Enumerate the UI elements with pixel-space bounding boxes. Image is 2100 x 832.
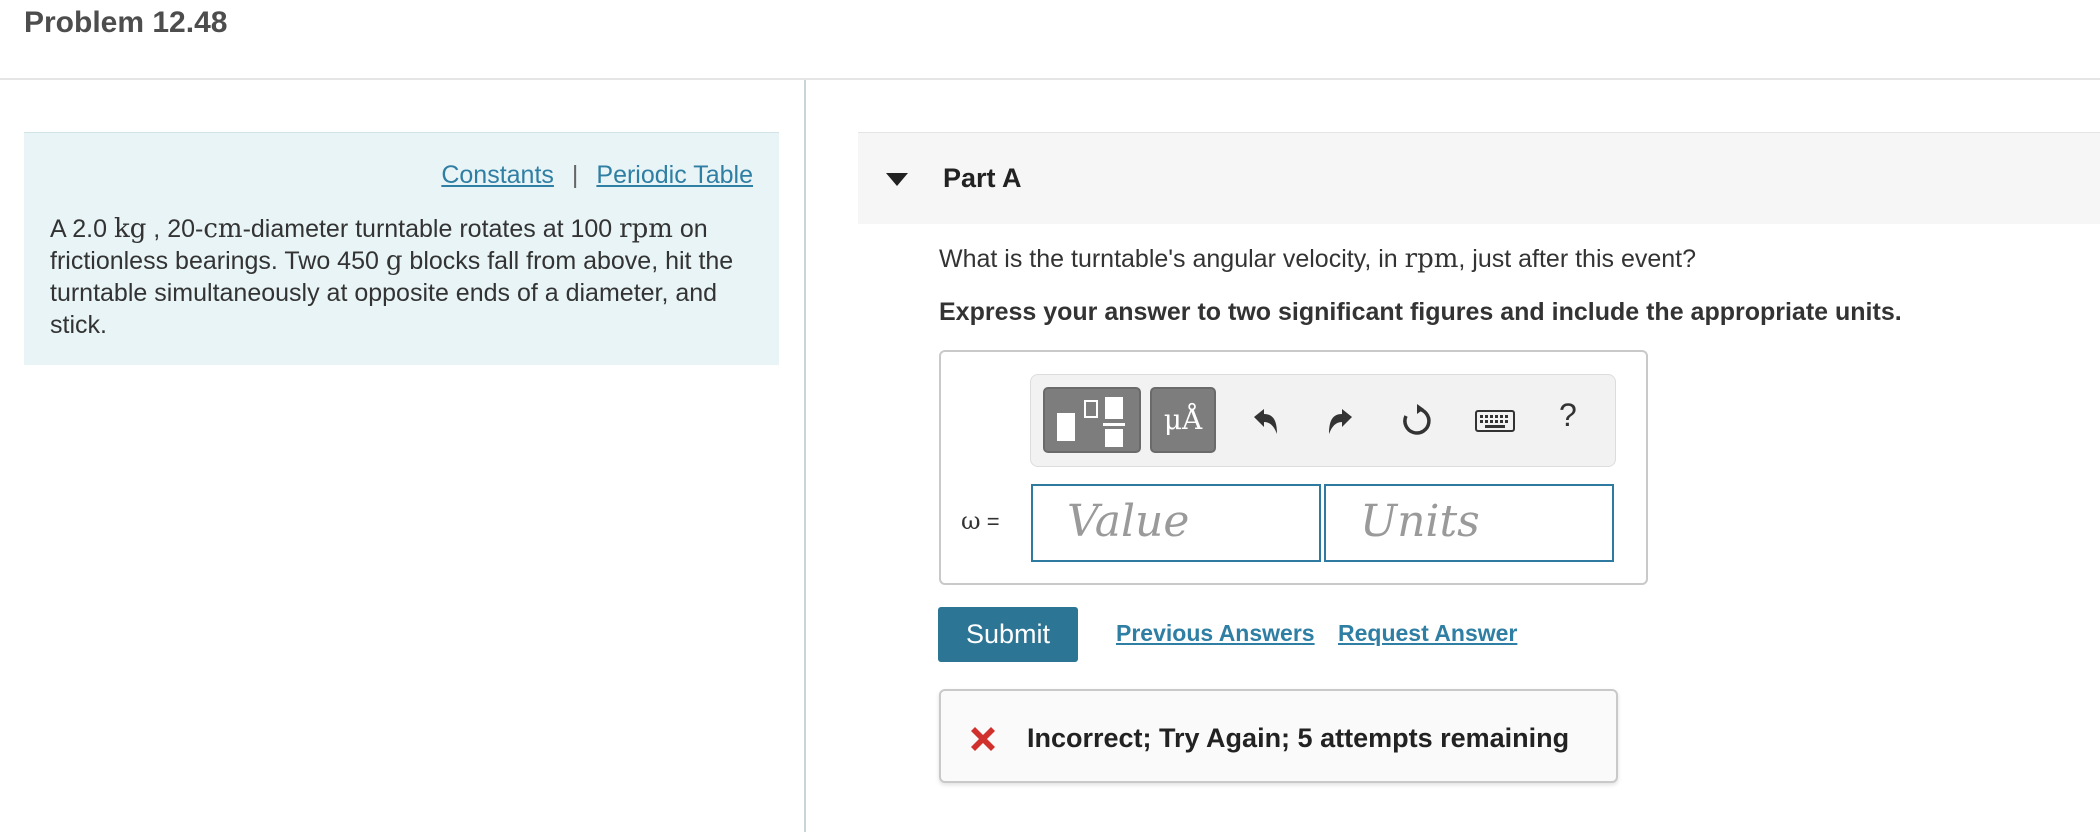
problem-text-segment: , 20- xyxy=(146,215,204,243)
unit-cm: cm xyxy=(203,214,243,244)
variable-symbol: ω xyxy=(961,507,981,535)
unit-rpm: rpm xyxy=(619,214,673,244)
previous-answers-link[interactable]: Previous Answers xyxy=(1116,620,1315,647)
reference-links: Constants | Periodic Table xyxy=(441,161,753,190)
value-field[interactable] xyxy=(1031,484,1321,562)
units-input[interactable] xyxy=(1360,496,1612,547)
feedback-message: Incorrect; Try Again; 5 attempts remaini… xyxy=(1027,723,1570,753)
part-title: Part A xyxy=(943,163,1022,193)
units-button-label: μÅ xyxy=(1163,403,1203,436)
constants-link[interactable]: Constants xyxy=(441,161,554,190)
unit-g: g xyxy=(385,246,403,276)
question-segment: , just after this event? xyxy=(1458,245,1697,273)
feedback-box: Incorrect; Try Again; 5 attempts remaini… xyxy=(939,689,1618,783)
problem-text-segment: -diameter turntable rotates at 100 xyxy=(242,215,620,243)
page-header: Problem 12.48 xyxy=(0,0,2100,80)
redo-icon[interactable] xyxy=(1321,401,1361,441)
submit-button[interactable]: Submit xyxy=(938,607,1078,662)
problem-text-segment: A 2.0 xyxy=(50,215,114,243)
value-input[interactable] xyxy=(1067,496,1319,547)
templates-icon xyxy=(1057,397,1125,447)
units-field[interactable] xyxy=(1324,484,1614,562)
reset-icon[interactable] xyxy=(1397,401,1437,441)
unit-kg: kg xyxy=(113,214,147,244)
units-button[interactable]: μÅ xyxy=(1150,387,1216,453)
answer-box: μÅ ? ω = Value Units xyxy=(939,350,1648,585)
collapse-caret-icon[interactable] xyxy=(886,173,908,186)
link-separator: | xyxy=(571,161,579,189)
templates-button[interactable] xyxy=(1043,387,1141,453)
question-segment: What is the turntable's angular velocity… xyxy=(939,245,1405,273)
column-divider xyxy=(804,80,806,832)
help-button[interactable]: ? xyxy=(1559,397,1577,434)
undo-icon[interactable] xyxy=(1245,401,1285,441)
incorrect-x-icon xyxy=(971,727,995,751)
question-text: What is the turntable's angular velocity… xyxy=(939,244,1696,274)
keyboard-icon[interactable] xyxy=(1473,401,1517,441)
equals-sign: = xyxy=(980,509,1000,534)
page-title: Problem 12.48 xyxy=(24,6,228,39)
periodic-table-link[interactable]: Periodic Table xyxy=(596,161,753,190)
problem-info-panel: Constants | Periodic Table A 2.0 kg , 20… xyxy=(24,132,779,365)
problem-statement: A 2.0 kg , 20-cm-diameter turntable rota… xyxy=(50,213,750,341)
answer-instructions: Express your answer to two significant f… xyxy=(939,298,1902,326)
omega-label: ω = xyxy=(961,507,1000,535)
part-a-header[interactable]: Part A xyxy=(858,132,2100,224)
math-toolbar: μÅ ? xyxy=(1030,374,1616,467)
question-unit: rpm xyxy=(1404,244,1459,274)
request-answer-link[interactable]: Request Answer xyxy=(1338,620,1517,647)
